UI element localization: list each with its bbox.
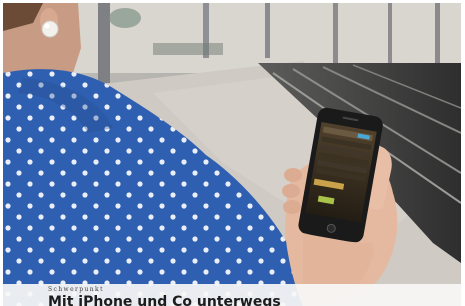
caption-headline: Mit iPhone und Co unterwegs bbox=[48, 294, 281, 306]
pearl-earring bbox=[41, 20, 59, 38]
caption-kicker: Schwerpunkt bbox=[48, 286, 104, 293]
pole bbox=[98, 3, 110, 83]
station-photo bbox=[3, 3, 461, 306]
photo-frame: Schwerpunkt Mit iPhone und Co unterwegs bbox=[0, 0, 465, 306]
